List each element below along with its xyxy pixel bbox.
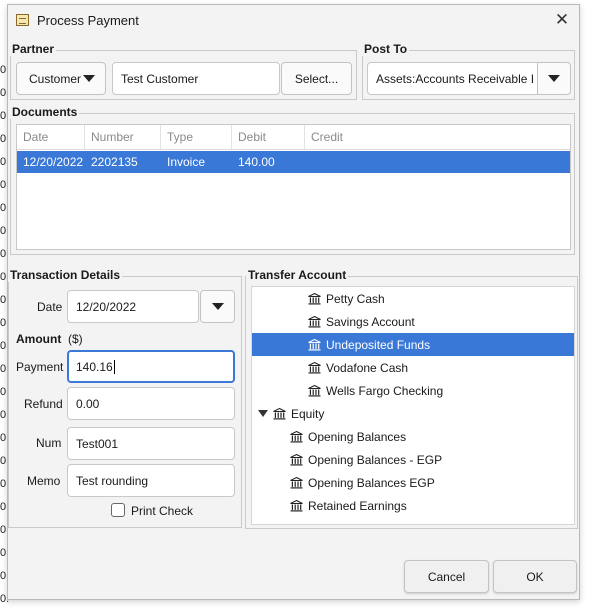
select-partner-button[interactable]: Select... xyxy=(281,62,352,95)
print-check-checkbox[interactable] xyxy=(111,503,125,517)
tree-item-label: Undeposited Funds xyxy=(326,337,431,352)
post-to-label: Post To xyxy=(362,42,410,56)
cell-credit xyxy=(305,151,311,173)
partner-type-label: Customer xyxy=(29,71,82,86)
cell-debit: 140.00 xyxy=(238,155,275,169)
date-picker-button[interactable] xyxy=(200,290,235,323)
date-label: Date xyxy=(37,300,63,314)
memo-label: Memo xyxy=(27,474,61,488)
post-to-combo[interactable]: Assets:Accounts Receivable I xyxy=(367,62,538,95)
bank-icon xyxy=(308,315,321,328)
bank-icon xyxy=(290,499,303,512)
tree-item[interactable]: Opening Balances xyxy=(252,425,574,448)
title-bar: Process Payment ✕ xyxy=(8,5,579,37)
tree-item-label: Wells Fargo Checking xyxy=(326,383,444,398)
memo-input[interactable]: Test rounding xyxy=(67,464,235,497)
memo-value: Test rounding xyxy=(76,473,149,488)
num-input[interactable]: Test001 xyxy=(67,427,235,460)
tree-item-label: Retained Earnings xyxy=(308,498,407,513)
amount-label: Amount xyxy=(16,332,62,346)
tree-item[interactable]: Equity xyxy=(252,402,574,425)
documents-label: Documents xyxy=(10,105,80,119)
tree-item-label: Petty Cash xyxy=(326,291,385,306)
refund-label: Refund xyxy=(24,397,63,411)
cancel-button[interactable]: Cancel xyxy=(404,560,489,593)
tree-item[interactable]: Petty Cash xyxy=(252,287,574,310)
transfer-account-label: Transfer Account xyxy=(246,268,349,282)
bank-icon xyxy=(290,453,303,466)
tree-item[interactable]: Vodafone Cash xyxy=(252,356,574,379)
bank-icon xyxy=(273,407,286,420)
table-row[interactable]: 12/20/2022 2202135 Invoice 140.00 xyxy=(17,151,570,173)
close-icon[interactable]: ✕ xyxy=(553,10,571,30)
cell-number: 2202135 xyxy=(91,155,138,169)
column-header-credit[interactable]: Credit xyxy=(305,125,385,149)
amount-unit: ($) xyxy=(68,332,83,346)
bank-icon xyxy=(308,384,321,397)
chevron-down-icon xyxy=(211,303,224,310)
documents-table-header: Date Number Type Debit Credit xyxy=(17,125,570,150)
column-header-type[interactable]: Type xyxy=(161,125,232,149)
refund-input[interactable]: 0.00 xyxy=(67,387,235,420)
tree-item[interactable]: Retained Earnings xyxy=(252,494,574,517)
expander-down-icon[interactable] xyxy=(258,410,268,417)
print-check-label[interactable]: Print Check xyxy=(131,504,193,518)
text-cursor xyxy=(113,359,115,374)
payment-label: Payment xyxy=(16,360,64,374)
date-input[interactable]: 12/20/2022 xyxy=(67,290,199,323)
cell-date: 12/20/2022 xyxy=(23,155,84,169)
date-value: 12/20/2022 xyxy=(76,299,137,314)
num-label: Num xyxy=(36,436,62,450)
partner-label: Partner xyxy=(10,42,57,56)
column-header-number[interactable]: Number xyxy=(85,125,161,149)
window-title: Process Payment xyxy=(37,13,139,28)
bank-icon xyxy=(290,476,303,489)
transaction-details-label: Transaction Details xyxy=(8,268,123,282)
payment-value: 140.16 xyxy=(76,359,113,374)
post-to-value: Assets:Accounts Receivable I xyxy=(376,71,535,86)
bank-icon xyxy=(308,361,321,374)
bank-icon xyxy=(308,292,321,305)
tree-item[interactable]: Opening Balances EGP xyxy=(252,471,574,494)
refund-value: 0.00 xyxy=(76,396,100,411)
app-icon xyxy=(16,14,29,26)
column-header-date[interactable]: Date xyxy=(17,125,85,149)
payment-input[interactable]: 140.16 xyxy=(67,350,235,383)
tree-item[interactable]: Opening Balances - EGP xyxy=(252,448,574,471)
tree-item-label: Opening Balances EGP xyxy=(308,475,435,490)
tree-item-label: Opening Balances xyxy=(308,429,407,444)
column-header-debit[interactable]: Debit xyxy=(232,125,305,149)
tree-item[interactable]: Savings Account xyxy=(252,310,574,333)
transfer-account-tree[interactable]: Petty Cash Savings Account Undeposited Fun… xyxy=(251,286,575,525)
chevron-down-icon xyxy=(548,75,560,82)
partner-name-input[interactable]: Test Customer xyxy=(112,62,280,95)
tree-item[interactable]: Undeposited Funds xyxy=(252,333,574,356)
tree-item-label: Opening Balances - EGP xyxy=(308,452,443,467)
tree-item[interactable]: Wells Fargo Checking xyxy=(252,379,574,402)
bank-icon xyxy=(290,430,303,443)
num-value: Test001 xyxy=(76,436,119,451)
post-to-dropdown-button[interactable] xyxy=(537,62,571,95)
documents-table[interactable]: Date Number Type Debit Credit 12/20/2022… xyxy=(16,124,571,250)
tree-item-label: Vodafone Cash xyxy=(326,360,409,375)
partner-name-value: Test Customer xyxy=(121,71,199,86)
chevron-down-icon xyxy=(83,75,95,82)
tree-item-label: Savings Account xyxy=(326,314,415,329)
cell-type: Invoice xyxy=(167,155,206,169)
tree-item-label: Equity xyxy=(291,406,325,421)
ok-button[interactable]: OK xyxy=(493,560,577,593)
bank-icon xyxy=(308,338,321,351)
partner-type-dropdown[interactable]: Customer xyxy=(16,62,106,95)
